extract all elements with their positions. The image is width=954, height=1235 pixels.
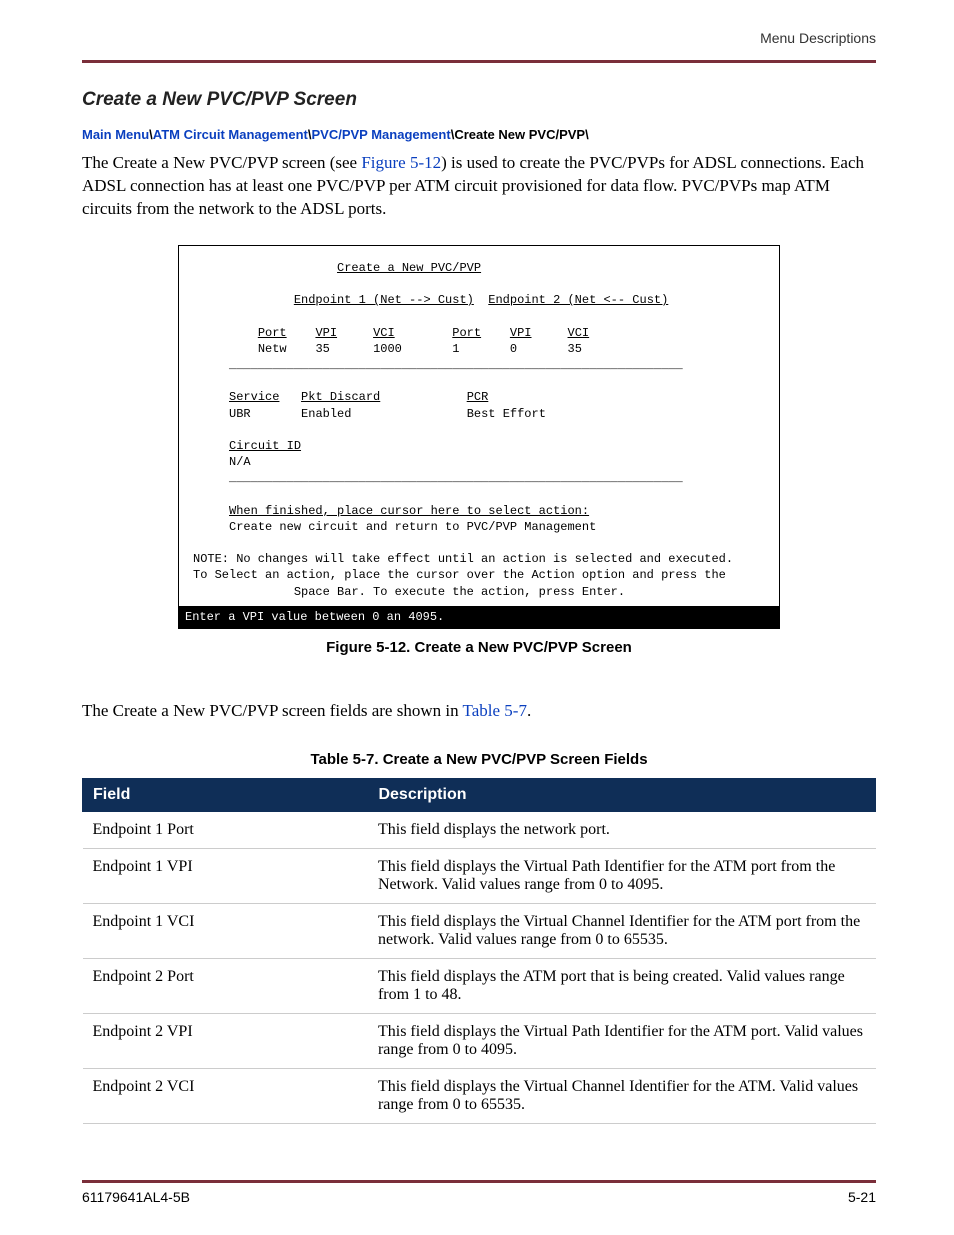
note-line-3: Space Bar. To execute the action, press …: [294, 585, 625, 599]
table-caption: Table 5-7. Create a New PVC/PVP Screen F…: [82, 751, 876, 768]
figure-caption: Figure 5-12. Create a New PVC/PVP Screen: [82, 639, 876, 656]
cell-field: Endpoint 1 VCI: [83, 903, 368, 958]
table-row: Endpoint 2 VCI This field displays the V…: [83, 1068, 876, 1123]
footer-rule: [82, 1180, 876, 1183]
header-rule: [82, 60, 876, 63]
page-footer: 61179641AL4-5B 5-21: [82, 1180, 876, 1205]
table-reference[interactable]: Table 5-7: [463, 701, 527, 720]
pkt-discard-val: Enabled: [301, 407, 351, 421]
e2-port: 1: [452, 342, 459, 356]
breadcrumb-tail: Create New PVC/PVP\: [454, 127, 588, 142]
endpoint2-header: Endpoint 2 (Net <-- Cust): [488, 293, 668, 307]
figure-reference[interactable]: Figure 5-12: [361, 153, 441, 172]
pcr-label: PCR: [467, 390, 489, 404]
footer-right: 5-21: [848, 1189, 876, 1205]
post-fig-b: .: [527, 701, 531, 720]
cell-field: Endpoint 1 VPI: [83, 848, 368, 903]
service-val: UBR: [229, 407, 251, 421]
breadcrumb: Main Menu\ATM Circuit Management\PVC/PVP…: [82, 127, 876, 142]
cell-field: Endpoint 2 VCI: [83, 1068, 368, 1123]
terminal-body: Create a New PVC/PVP Endpoint 1 (Net -->…: [179, 246, 779, 606]
cell-desc: This field displays the Virtual Channel …: [368, 1068, 876, 1123]
col-vpi-2: VPI: [510, 326, 532, 340]
intro-paragraph: The Create a New PVC/PVP screen (see Fig…: [82, 152, 876, 221]
action-line: Create new circuit and return to PVC/PVP…: [229, 520, 596, 534]
section-title: Create a New PVC/PVP Screen: [82, 89, 876, 111]
col-vci-2: VCI: [568, 326, 590, 340]
table-row: Endpoint 2 Port This field displays the …: [83, 958, 876, 1013]
col-vpi-1: VPI: [315, 326, 337, 340]
e2-vpi: 0: [510, 342, 517, 356]
table-row: Endpoint 1 VCI This field displays the V…: [83, 903, 876, 958]
e1-vpi: 35: [315, 342, 329, 356]
footer-left: 61179641AL4-5B: [82, 1189, 190, 1205]
breadcrumb-seg-2[interactable]: ATM Circuit Management: [153, 127, 308, 142]
circuit-id-label: Circuit ID: [229, 439, 301, 453]
table-row: Endpoint 2 VPI This field displays the V…: [83, 1013, 876, 1068]
cell-desc: This field displays the Virtual Channel …: [368, 903, 876, 958]
e2-vci: 35: [568, 342, 582, 356]
col-vci-1: VCI: [373, 326, 395, 340]
post-figure-paragraph: The Create a New PVC/PVP screen fields a…: [82, 700, 876, 723]
circuit-id-val: N/A: [229, 455, 251, 469]
table-row: Endpoint 1 Port This field displays the …: [83, 811, 876, 848]
breadcrumb-seg-1[interactable]: Main Menu: [82, 127, 149, 142]
cell-desc: This field displays the Virtual Path Ide…: [368, 848, 876, 903]
th-field: Field: [83, 778, 368, 811]
post-fig-a: The Create a New PVC/PVP screen fields a…: [82, 701, 463, 720]
intro-text-a: The Create a New PVC/PVP screen (see: [82, 153, 361, 172]
note-line-2: To Select an action, place the cursor ov…: [193, 568, 726, 582]
term-title: Create a New PVC/PVP: [337, 261, 481, 275]
pcr-val: Best Effort: [467, 407, 546, 421]
note-line-1: NOTE: No changes will take effect until …: [193, 552, 733, 566]
cell-field: Endpoint 2 VPI: [83, 1013, 368, 1068]
cell-desc: This field displays the network port.: [368, 811, 876, 848]
breadcrumb-seg-3[interactable]: PVC/PVP Management: [311, 127, 450, 142]
terminal-screen: Create a New PVC/PVP Endpoint 1 (Net -->…: [178, 245, 780, 629]
endpoint1-header: Endpoint 1 (Net --> Cust): [294, 293, 474, 307]
cell-field: Endpoint 1 Port: [83, 811, 368, 848]
cell-desc: This field displays the Virtual Path Ide…: [368, 1013, 876, 1068]
table-row: Endpoint 1 VPI This field displays the V…: [83, 848, 876, 903]
pkt-discard-label: Pkt Discard: [301, 390, 380, 404]
col-port-1: Port: [258, 326, 287, 340]
fields-table: Field Description Endpoint 1 Port This f…: [82, 778, 876, 1124]
terminal-status-bar: Enter a VPI value between 0 an 4095.: [179, 606, 779, 628]
cell-field: Endpoint 2 Port: [83, 958, 368, 1013]
e1-port: Netw: [258, 342, 287, 356]
th-desc: Description: [368, 778, 876, 811]
page: Menu Descriptions Create a New PVC/PVP S…: [0, 0, 954, 1235]
action-prompt: When finished, place cursor here to sele…: [229, 504, 589, 518]
cell-desc: This field displays the ATM port that is…: [368, 958, 876, 1013]
col-port-2: Port: [452, 326, 481, 340]
service-label: Service: [229, 390, 279, 404]
header-right-label: Menu Descriptions: [82, 30, 876, 46]
e1-vci: 1000: [373, 342, 402, 356]
